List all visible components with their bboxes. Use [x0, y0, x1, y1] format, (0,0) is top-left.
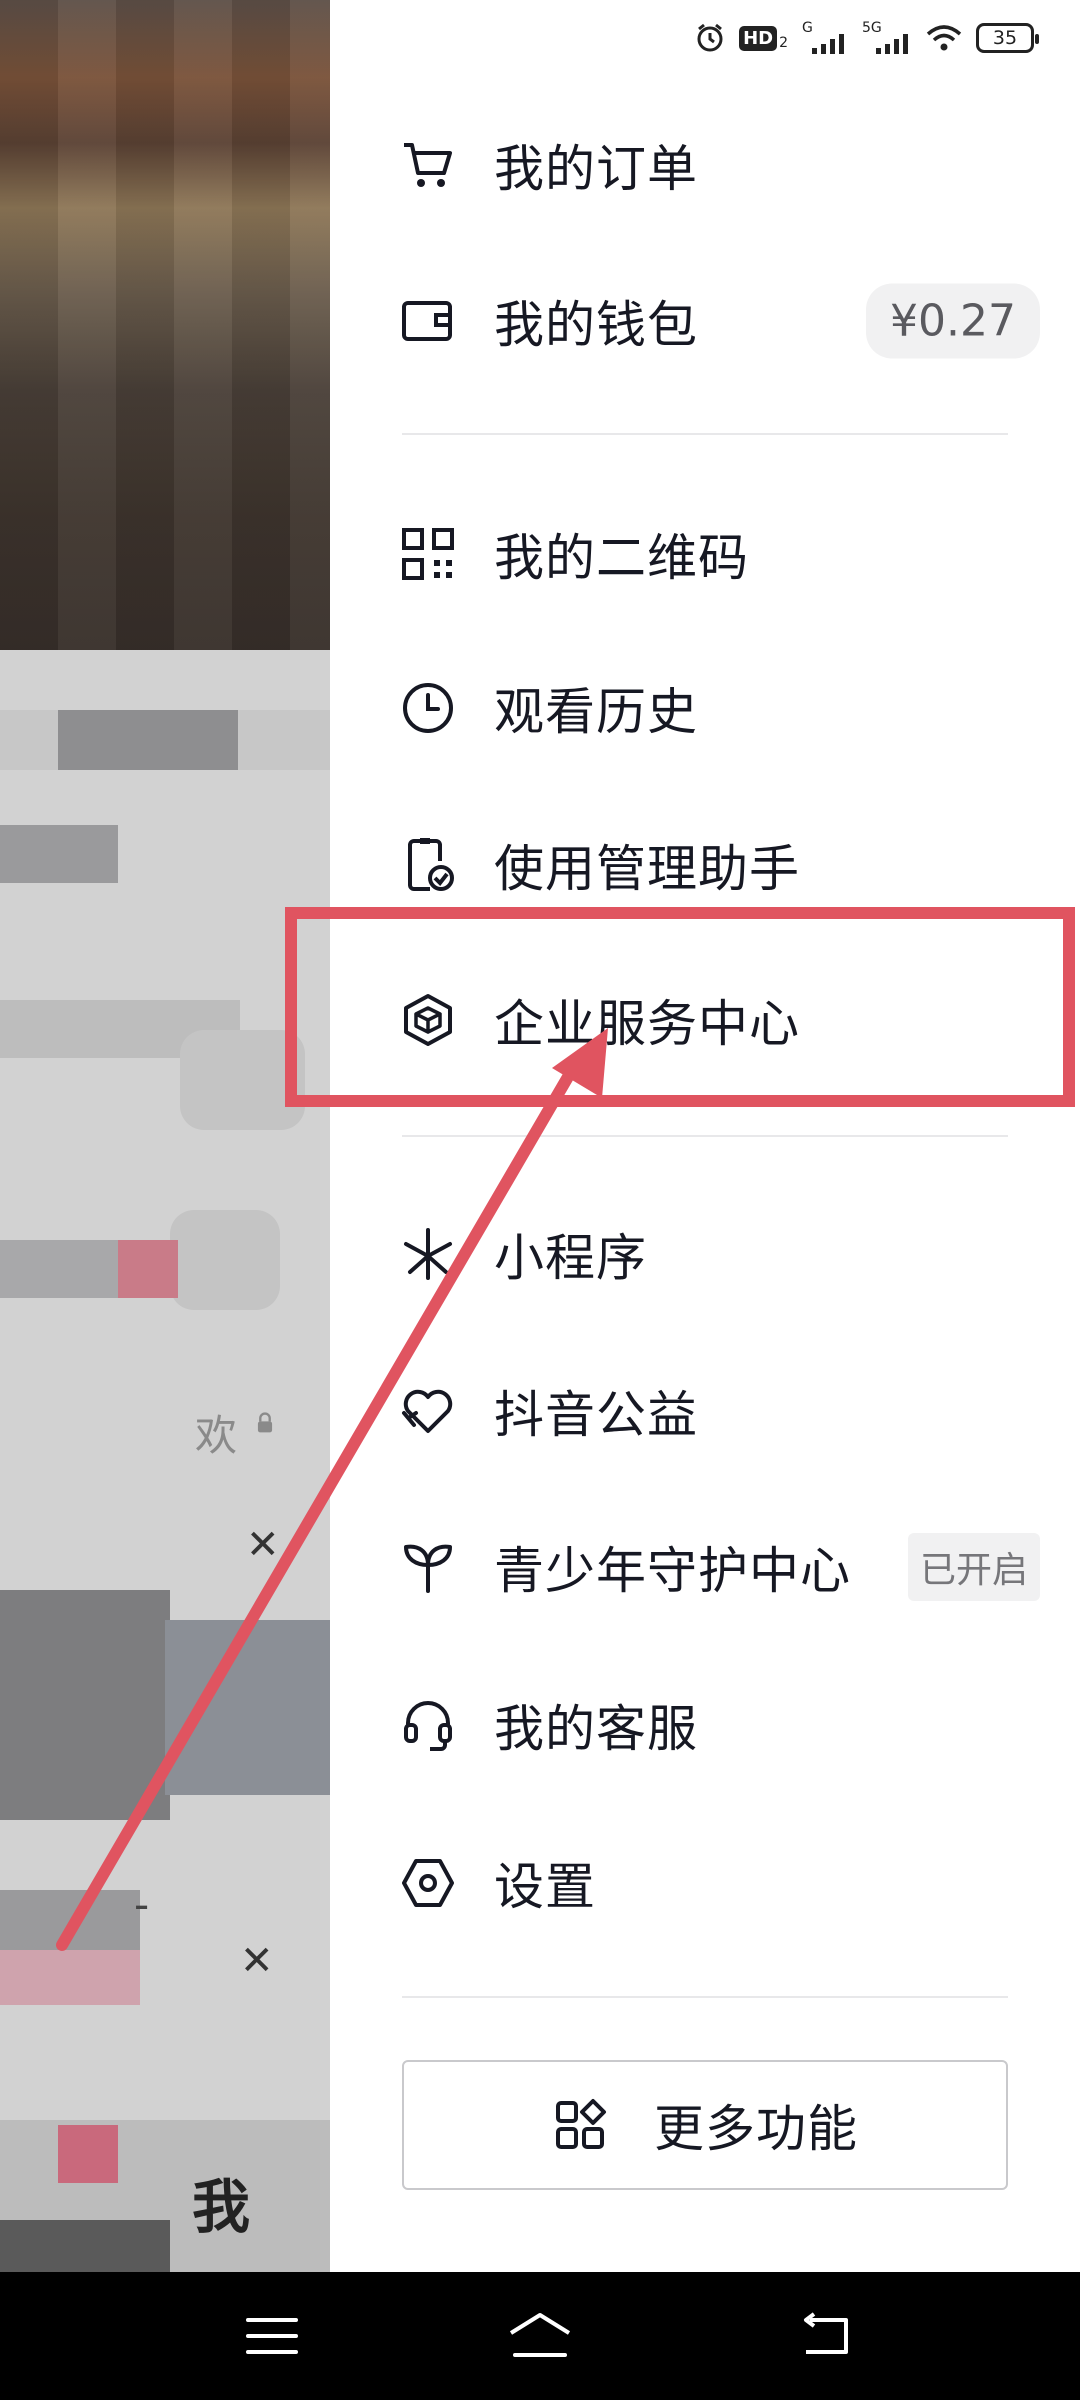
menu-item-history[interactable]: 观看历史	[400, 658, 1040, 758]
heart-hand-icon	[400, 1383, 456, 1439]
cart-icon	[400, 137, 456, 193]
menu-label: 观看历史	[494, 683, 698, 741]
side-drawer-menu: 我的订单 我的钱包 ¥0.27 我的二维码 观看历史 使用管理助手 企业服务中心…	[330, 85, 1080, 2272]
blurred-profile-panel	[0, 650, 330, 2272]
background-feed: 欢 ✕ ✕ - 我	[0, 0, 330, 2272]
signal-indicator: G	[802, 20, 848, 54]
menu-item-douyin-charity[interactable]: 抖音公益	[400, 1361, 1040, 1461]
wallet-balance-badge: ¥0.27	[866, 283, 1040, 359]
menu-label: 我的订单	[494, 140, 698, 198]
asterisk-icon	[400, 1226, 456, 1282]
headset-icon	[400, 1697, 456, 1753]
signal-5g-indicator: 5G	[862, 20, 912, 54]
menu-label: 小程序	[494, 1229, 647, 1287]
wallet-icon	[400, 293, 456, 349]
sprout-icon	[400, 1539, 456, 1595]
menu-label: 我的客服	[494, 1700, 698, 1758]
menu-label: 设置	[494, 1858, 596, 1916]
youth-protection-status-tag: 已开启	[907, 1533, 1040, 1601]
close-icon[interactable]: ✕	[240, 1938, 274, 1984]
menu-icon[interactable]	[232, 2296, 312, 2376]
alarm-icon	[697, 23, 723, 52]
menu-item-mini-programs[interactable]: 小程序	[400, 1204, 1040, 1304]
menu-item-qrcode[interactable]: 我的二维码	[400, 504, 1040, 604]
menu-label: 抖音公益	[494, 1386, 698, 1444]
blurred-video-thumbnail	[0, 0, 330, 650]
menu-item-youth-protection[interactable]: 青少年守护中心 已开启	[400, 1517, 1040, 1617]
divider	[402, 433, 1008, 435]
menu-item-usage-assistant[interactable]: 使用管理助手	[400, 815, 1040, 915]
menu-item-wallet[interactable]: 我的钱包 ¥0.27	[400, 271, 1040, 371]
hd-indicator: HD 2	[739, 25, 788, 51]
more-features-label: 更多功能	[654, 2100, 858, 2158]
wifi-icon	[926, 25, 962, 51]
divider	[402, 1135, 1008, 1137]
battery-indicator: 35	[976, 23, 1039, 53]
menu-item-orders[interactable]: 我的订单	[400, 115, 1040, 215]
tab-me[interactable]: 我	[192, 2160, 250, 2244]
menu-item-settings[interactable]: 设置	[400, 1833, 1040, 1933]
status-bar: HD 2 G 5G 35	[330, 0, 1080, 85]
like-label-fragment: 欢	[195, 1411, 238, 1460]
menu-label: 青少年守护中心	[494, 1542, 851, 1600]
menu-label: 使用管理助手	[494, 840, 800, 898]
phone-check-icon	[400, 837, 456, 893]
menu-label: 我的钱包	[494, 296, 698, 354]
hexagon-gear-icon	[400, 1855, 456, 1911]
qrcode-icon	[400, 526, 456, 582]
dash-fragment: -	[134, 1880, 150, 1929]
menu-label: 我的二维码	[494, 529, 749, 587]
system-navigation-bar	[0, 2272, 1080, 2400]
apps-grid-icon	[552, 2097, 608, 2153]
clock-icon	[400, 680, 456, 736]
divider	[402, 1996, 1008, 1998]
close-icon[interactable]: ✕	[246, 1522, 280, 1568]
menu-item-customer-service[interactable]: 我的客服	[400, 1675, 1040, 1775]
annotation-highlight-box	[285, 907, 1075, 1107]
back-icon[interactable]	[784, 2296, 864, 2376]
lock-icon	[257, 1412, 273, 1433]
home-icon[interactable]	[500, 2296, 580, 2376]
more-features-button[interactable]: 更多功能	[402, 2060, 1008, 2190]
